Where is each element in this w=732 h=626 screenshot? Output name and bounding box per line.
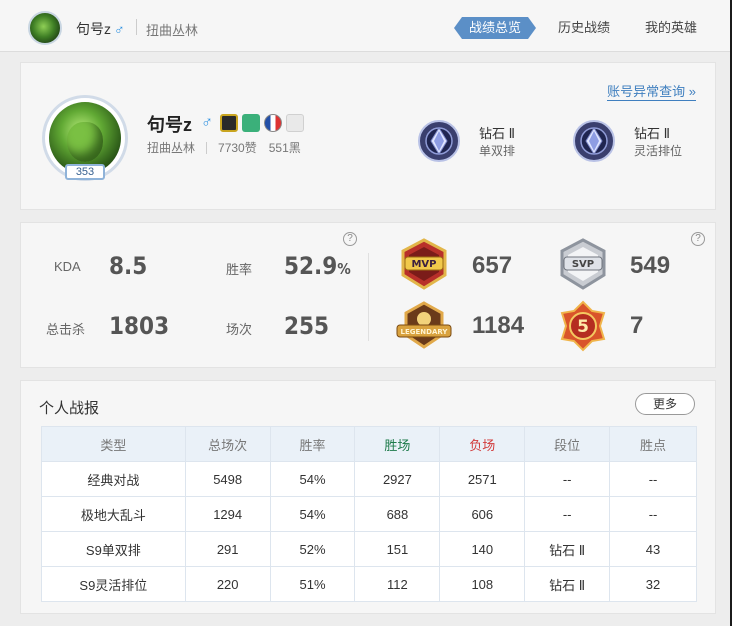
tab-overview[interactable]: 战绩总览 bbox=[454, 17, 536, 39]
account-abnormal-link[interactable]: 账号异常查询 » bbox=[607, 81, 696, 101]
svp-badge-text: SVP bbox=[572, 259, 594, 270]
cell-losses: 2571 bbox=[439, 461, 526, 497]
cell-type: 极地大乱斗 bbox=[41, 496, 186, 532]
cell-total: 220 bbox=[184, 566, 271, 602]
mvp-count: 657 bbox=[472, 252, 513, 279]
pentakill-badge-text: 5 bbox=[577, 317, 589, 337]
help-icon[interactable]: ? bbox=[343, 232, 357, 246]
male-icon: ♂ bbox=[114, 21, 125, 37]
cell-wins: 2927 bbox=[354, 461, 441, 497]
diamond-emblem-icon bbox=[573, 120, 615, 162]
kills-label: 总击杀 bbox=[46, 322, 86, 337]
stats-card: ? ? KDA 8.5 胜率 52.9% 总击杀 1803 场次 255 MVP… bbox=[20, 222, 716, 368]
cell-total: 5498 bbox=[184, 461, 271, 497]
table-row: S9灵活排位 220 51% 112 108 钻石 Ⅱ 32 bbox=[41, 566, 697, 602]
cell-tier: 钻石 Ⅱ bbox=[524, 531, 611, 567]
cell-losses: 108 bbox=[439, 566, 526, 602]
page: 句号z ♂ 扭曲丛林 战绩总览 历史战绩 我的英雄 账号异常查询 » 353 句号… bbox=[0, 0, 730, 626]
rank-queue: 单双排 bbox=[479, 144, 516, 158]
table-row: 极地大乱斗 1294 54% 688 606 -- -- bbox=[41, 496, 697, 532]
more-button[interactable]: 更多 bbox=[635, 393, 695, 415]
honor-icon[interactable] bbox=[220, 114, 238, 132]
cell-tier: 钻石 Ⅱ bbox=[524, 566, 611, 602]
top-divider bbox=[136, 19, 137, 35]
mvp-badge-icon: MVP bbox=[401, 238, 447, 290]
cell-losses: 606 bbox=[439, 496, 526, 532]
profile-name: 句号z bbox=[147, 115, 192, 135]
kda-label: KDA bbox=[54, 259, 81, 274]
svp-count: 549 bbox=[630, 252, 671, 279]
profile-subline: 扭曲丛林 7730赞 551黑 bbox=[147, 139, 301, 156]
games-label: 场次 bbox=[226, 322, 253, 337]
legendary-badge-text: LEGENDARY bbox=[401, 328, 449, 336]
cell-winrate: 54% bbox=[269, 461, 356, 497]
profile-icons: ♂ bbox=[198, 113, 304, 133]
table-header-row: 类型 总场次 胜率 胜场 负场 段位 胜点 bbox=[41, 426, 697, 462]
svp-badge-icon: SVP bbox=[560, 238, 606, 290]
cell-winrate: 54% bbox=[269, 496, 356, 532]
pentakill-badge-icon: 5 bbox=[560, 300, 606, 352]
cell-losses: 140 bbox=[439, 531, 526, 567]
winrate-value: 52.9% bbox=[284, 252, 351, 280]
legendary-count: 1184 bbox=[472, 312, 525, 339]
level-badge: 353 bbox=[65, 164, 105, 180]
flag-icon[interactable] bbox=[264, 114, 282, 132]
cell-points: 32 bbox=[609, 566, 697, 602]
cell-winrate: 51% bbox=[269, 566, 356, 602]
tab-history[interactable]: 历史战绩 bbox=[554, 17, 614, 39]
profile-card: 账号异常查询 » 353 句号z ♂ 扭曲丛林 7730赞 551黑 钻石 Ⅱ … bbox=[20, 62, 716, 210]
header-type: 类型 bbox=[41, 426, 186, 462]
header-points: 胜点 bbox=[609, 426, 697, 462]
diamond-emblem-icon bbox=[418, 120, 460, 162]
header-winrate: 胜率 bbox=[269, 426, 356, 462]
copy-icon[interactable] bbox=[242, 114, 260, 132]
header-total: 总场次 bbox=[184, 426, 271, 462]
divider bbox=[206, 141, 208, 154]
games-value: 255 bbox=[284, 312, 330, 340]
record-table: 类型 总场次 胜率 胜场 负场 段位 胜点 经典对战 5498 54% 2927… bbox=[41, 426, 697, 602]
cell-type: S9单双排 bbox=[41, 531, 186, 567]
rank-queue: 灵活排位 bbox=[634, 144, 683, 158]
pentakill-count: 7 bbox=[630, 312, 644, 339]
rank-tier: 钻石 Ⅱ bbox=[479, 126, 516, 141]
profile-likes: 7730赞 bbox=[218, 141, 257, 155]
cell-points: -- bbox=[609, 461, 697, 497]
cell-winrate: 52% bbox=[269, 531, 356, 567]
profile-server: 扭曲丛林 bbox=[147, 141, 196, 155]
cell-tier: -- bbox=[524, 496, 611, 532]
cell-total: 291 bbox=[184, 531, 271, 567]
kda-value: 8.5 bbox=[109, 252, 148, 280]
mvp-badge-text: MVP bbox=[411, 259, 436, 270]
top-summoner-name: 句号z ♂ bbox=[76, 21, 125, 37]
header-tier: 段位 bbox=[524, 426, 611, 462]
table-row: S9单双排 291 52% 151 140 钻石 Ⅱ 43 bbox=[41, 531, 697, 567]
legendary-badge-icon: LEGENDARY bbox=[396, 301, 452, 349]
cell-points: -- bbox=[609, 496, 697, 532]
table-row: 经典对战 5498 54% 2927 2571 -- -- bbox=[41, 461, 697, 497]
tab-heroes[interactable]: 我的英雄 bbox=[641, 17, 701, 39]
top-avatar[interactable] bbox=[28, 11, 62, 45]
cell-tier: -- bbox=[524, 461, 611, 497]
header-wins: 胜场 bbox=[354, 426, 441, 462]
cell-type: S9灵活排位 bbox=[41, 566, 186, 602]
divider bbox=[368, 253, 369, 341]
winrate-label: 胜率 bbox=[226, 262, 253, 277]
cell-type: 经典对战 bbox=[41, 461, 186, 497]
help-icon[interactable]: ? bbox=[691, 232, 705, 246]
record-title: 个人战报 bbox=[39, 400, 100, 417]
header-losses: 负场 bbox=[439, 426, 526, 462]
cell-total: 1294 bbox=[184, 496, 271, 532]
cell-wins: 688 bbox=[354, 496, 441, 532]
top-bar: 句号z ♂ 扭曲丛林 战绩总览 历史战绩 我的英雄 bbox=[0, 0, 730, 52]
top-server: 扭曲丛林 bbox=[146, 23, 199, 38]
cell-wins: 151 bbox=[354, 531, 441, 567]
profile-blacks: 551黑 bbox=[268, 141, 301, 155]
device-icon[interactable] bbox=[286, 114, 304, 132]
male-icon: ♂ bbox=[201, 114, 213, 131]
cell-points: 43 bbox=[609, 531, 697, 567]
cell-wins: 112 bbox=[354, 566, 441, 602]
kills-value: 1803 bbox=[109, 312, 170, 340]
rank-tier: 钻石 Ⅱ bbox=[634, 126, 671, 141]
record-card: 个人战报 更多 类型 总场次 胜率 胜场 负场 段位 胜点 经典对战 5498 … bbox=[20, 380, 716, 614]
